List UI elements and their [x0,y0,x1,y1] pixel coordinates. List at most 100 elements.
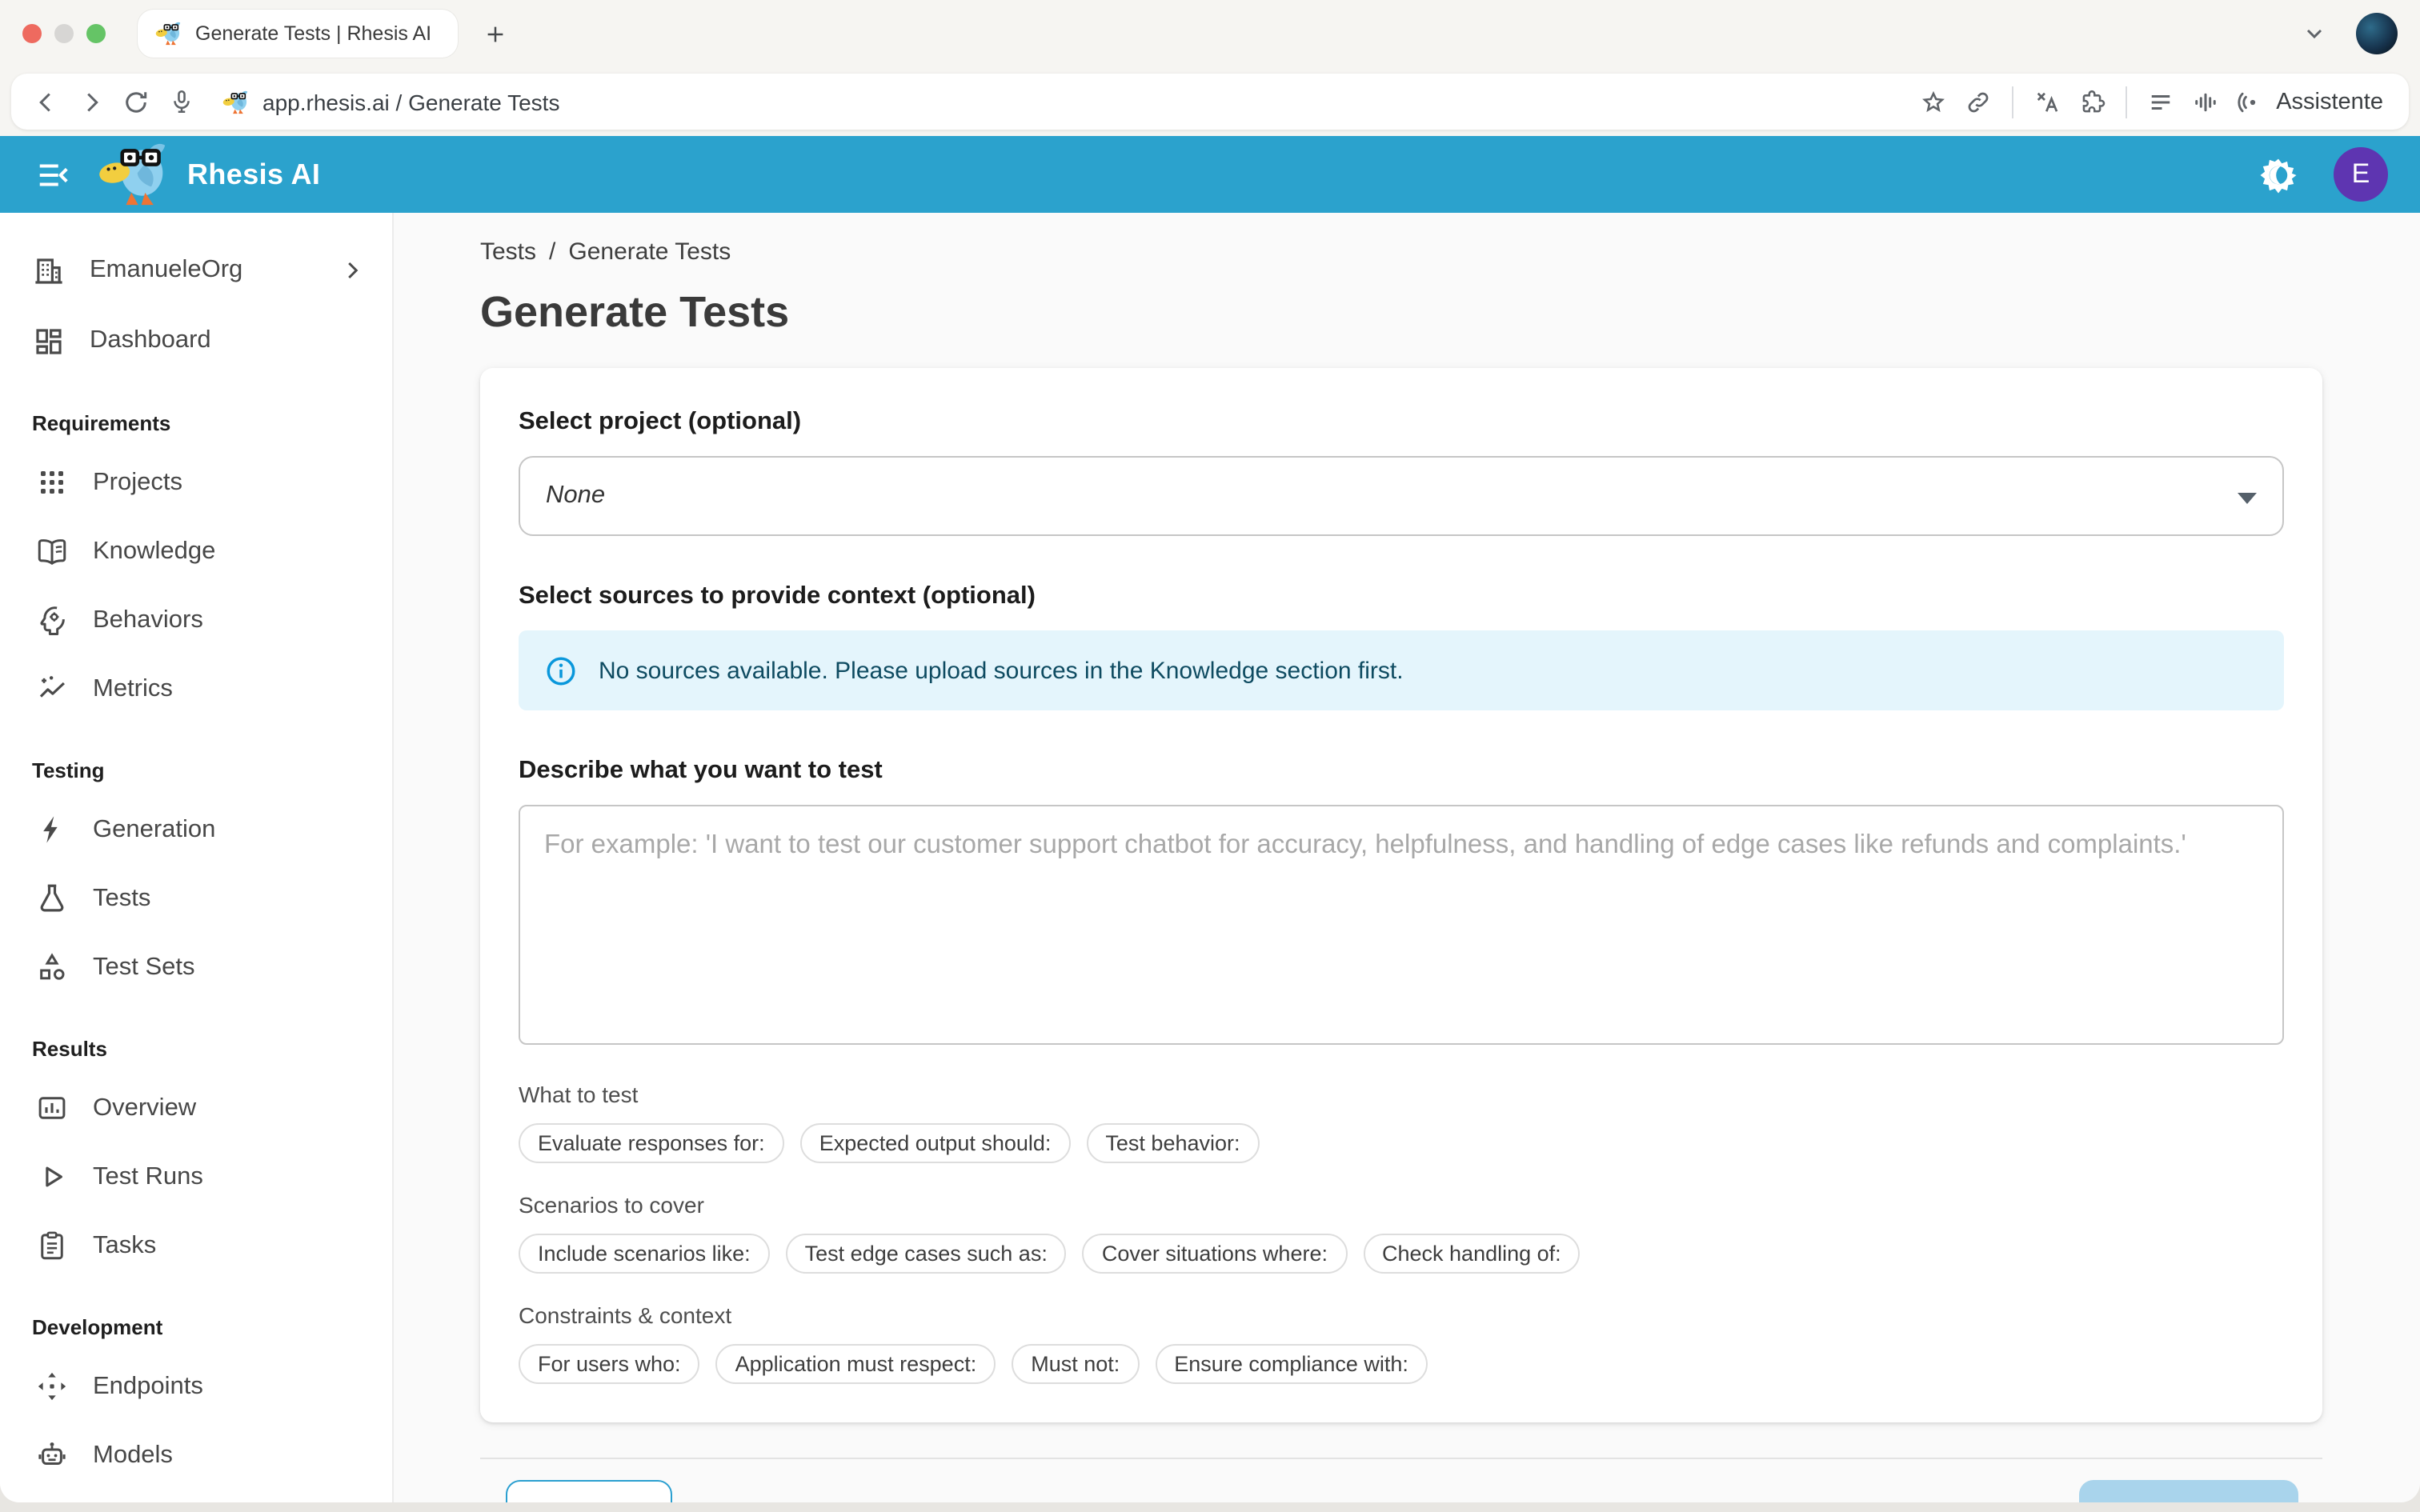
sidebar-collapse-menu-icon[interactable] [35,156,72,193]
breadcrumb-tests-link[interactable]: Tests [480,238,536,265]
sidebar-section-results: Results [0,1002,392,1074]
chip-group-label-constraints: Constraints & context [519,1302,2284,1330]
chip[interactable]: Evaluate responses for: [519,1123,784,1163]
sidebar-item-label: Knowledge [93,537,215,566]
chip-group-label-scenarios: Scenarios to cover [519,1192,2284,1219]
chip-group-scenarios: Include scenarios like: Test edge cases … [519,1234,2284,1274]
chip[interactable]: For users who: [519,1344,700,1384]
reload-button[interactable] [114,81,158,122]
sidebar-item-label: Dashboard [90,326,367,355]
chip[interactable]: Application must respect: [716,1344,996,1384]
project-select[interactable]: None [519,456,2284,536]
assistant-label[interactable]: Assistente [2276,89,2383,114]
models-robot-icon [35,1438,69,1472]
chip[interactable]: Check handling of: [1363,1234,1581,1274]
tab-list-chevron-down-icon[interactable] [2302,21,2327,46]
bookmark-star-icon[interactable] [1911,81,1956,122]
minimize-window-button[interactable] [54,24,74,43]
sidebar-item-knowledge[interactable]: Knowledge [0,517,392,586]
site-favicon [222,89,250,114]
toolbar-divider [2126,86,2127,118]
url-text[interactable]: app.rhesis.ai / Generate Tests [262,89,559,114]
browser-profile-avatar[interactable] [2356,13,2398,54]
user-avatar[interactable]: E [2334,147,2388,202]
chip[interactable]: Ensure compliance with: [1155,1344,1428,1384]
sidebar-item-label: Overview [93,1094,196,1122]
rhesis-logo [98,141,171,208]
back-button[interactable]: ← Back [506,1480,672,1502]
chip[interactable]: Must not: [1012,1344,1139,1384]
sidebar-section-requirements: Requirements [0,376,392,448]
sidebar-item-overview[interactable]: Overview [0,1074,392,1142]
sidebar-item-projects[interactable]: Projects [0,448,392,517]
sources-label: Select sources to provide context (optio… [519,581,2284,611]
reading-list-icon[interactable] [2138,81,2183,122]
dashboard-icon [32,324,66,358]
page-title: Generate Tests [480,283,2420,341]
sidebar-item-organization[interactable]: EmanueleOrg [0,235,392,306]
sidebar-item-models[interactable]: Models [0,1421,392,1490]
info-icon [544,654,578,687]
rhesis-favicon [155,21,182,46]
sidebar-item-test-runs[interactable]: Test Runs [0,1142,392,1211]
sidebar-item-metrics[interactable]: Metrics [0,654,392,723]
toolbar-divider [2012,86,2013,118]
sidebar-item-behaviors[interactable]: Behaviors [0,586,392,654]
chip[interactable]: Test edge cases such as: [786,1234,1067,1274]
sidebar-item-label: Test Sets [93,953,195,982]
sidebar-item-label: Models [93,1441,173,1470]
sidebar-item-tasks[interactable]: Tasks [0,1211,392,1280]
translate-icon[interactable] [2025,81,2069,122]
app-header: Rhesis AI E [0,136,2420,213]
sidebar-item-test-sets[interactable]: Test Sets [0,933,392,1002]
sidebar-section-testing: Testing [0,723,392,795]
sidebar-item-endpoints[interactable]: Endpoints [0,1352,392,1421]
voice-assistant-icon[interactable] [2183,81,2228,122]
organization-name: EmanueleOrg [90,256,314,285]
chip-group-what-to-test: Evaluate responses for: Expected output … [519,1123,2284,1163]
zoom-window-button[interactable] [86,24,106,43]
breadcrumb-current: Generate Tests [568,238,731,265]
project-select-value: None [546,482,605,510]
endpoints-move-icon [35,1370,69,1403]
sidebar-item-dashboard[interactable]: Dashboard [0,306,392,376]
no-sources-alert: No sources available. Please upload sour… [519,630,2284,710]
sidebar: EmanueleOrg Dashboard Requirements Proje… [0,213,394,1502]
chip[interactable]: Include scenarios like: [519,1234,770,1274]
browser-toolbar: app.rhesis.ai / Generate Tests [0,67,2420,136]
forward-button[interactable] [69,81,114,122]
copy-link-icon[interactable] [1956,81,2001,122]
continue-button[interactable]: Continue → [2079,1480,2298,1502]
sidebar-item-tests[interactable]: Tests [0,864,392,933]
microphone-icon[interactable] [158,81,203,122]
tab-title: Generate Tests | Rhesis AI [195,22,431,45]
main-content: Tests / Generate Tests Generate Tests Se… [394,213,2420,1502]
sidebar-item-label: Generation [93,815,215,844]
tasks-clipboard-icon [35,1229,69,1262]
sidebar-item-label: Tests [93,884,150,913]
chip[interactable]: Test behavior: [1086,1123,1259,1163]
browser-tab-bar: Generate Tests | Rhesis AI [0,0,2420,67]
sidebar-section-development: Development [0,1280,392,1352]
chip[interactable]: Expected output should: [800,1123,1071,1163]
extensions-puzzle-icon[interactable] [2069,81,2114,122]
test-runs-play-icon [35,1160,69,1194]
breadcrumb: Tests / Generate Tests [480,235,2420,267]
new-tab-button[interactable] [483,22,507,46]
organization-building-icon [32,254,66,287]
assistant-icon[interactable] [2228,81,2273,122]
close-window-button[interactable] [22,24,42,43]
describe-textarea[interactable] [519,805,2284,1045]
describe-label: Describe what you want to test [519,755,2284,786]
sidebar-item-generation[interactable]: Generation [0,795,392,864]
chip[interactable]: Cover situations where: [1083,1234,1347,1274]
generate-tests-card: Select project (optional) None Select so… [480,368,2322,1422]
address-bar[interactable]: app.rhesis.ai / Generate Tests [11,74,2409,130]
sidebar-item-label: Projects [93,468,182,497]
chip-group-label-what-to-test: What to test [519,1082,2284,1109]
footer-divider [480,1458,2322,1459]
theme-toggle-icon[interactable] [2258,154,2298,194]
back-button[interactable] [24,81,69,122]
browser-tab[interactable]: Generate Tests | Rhesis AI [138,10,458,58]
continue-button-label: Continue [2122,1498,2218,1502]
